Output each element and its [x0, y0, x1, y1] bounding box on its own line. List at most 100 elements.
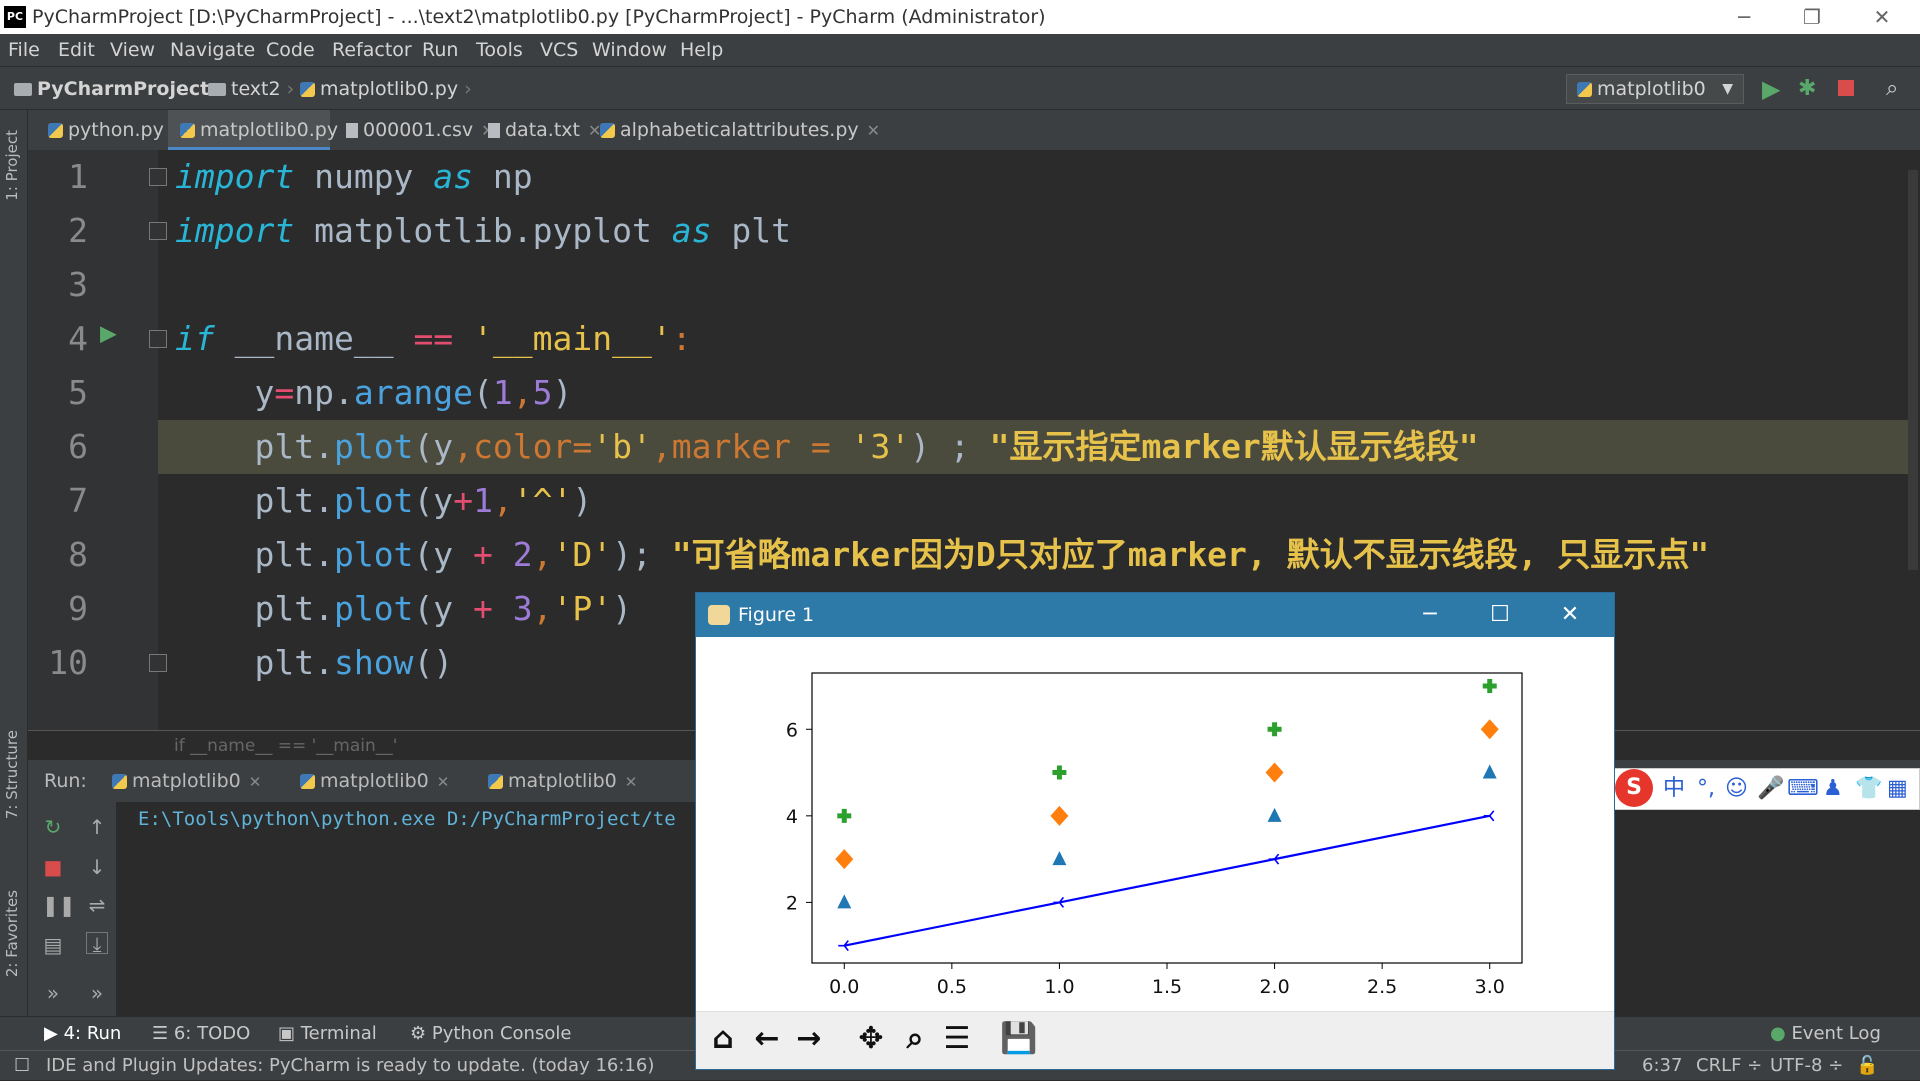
menu-run[interactable]: Run: [422, 34, 458, 66]
fold-marker[interactable]: [149, 168, 167, 186]
event-log-icon: ●: [1770, 1023, 1792, 1044]
plot-canvas[interactable]: 0.0 0.5 1.0 1.5 2.0 2.5 3.0 2 4 6: [696, 637, 1614, 1011]
code-line-4: if __name__ == '__main__':: [175, 319, 692, 358]
tab-matplotlib0-py[interactable]: matplotlib0.py✕: [168, 110, 359, 150]
restore-button[interactable]: ❐: [1782, 0, 1842, 34]
favorites-tool-button[interactable]: 2: Favorites: [3, 890, 21, 977]
lock-icon[interactable]: 🔓: [1856, 1051, 1878, 1081]
skin-icon[interactable]: 👕: [1855, 769, 1882, 809]
menu-tools[interactable]: Tools: [476, 34, 523, 66]
home-icon[interactable]: ⌂: [702, 1018, 744, 1060]
figure-minimize-button[interactable]: ─: [1402, 593, 1458, 637]
fold-marker[interactable]: [149, 222, 167, 240]
more-icon[interactable]: »: [42, 982, 64, 1004]
nav-folder[interactable]: text2 ›: [208, 67, 294, 111]
structure-tool-button[interactable]: 7: Structure: [3, 730, 21, 819]
run-gutter-icon[interactable]: ▶: [100, 316, 117, 349]
run-icon[interactable]: ▶: [1762, 67, 1780, 111]
menu-edit[interactable]: Edit: [58, 34, 95, 66]
debug-icon[interactable]: ✱: [1798, 67, 1816, 111]
punctuation-icon[interactable]: °,: [1697, 769, 1715, 809]
user-icon[interactable]: ♟: [1823, 769, 1843, 809]
microphone-icon[interactable]: 🎤: [1757, 769, 1784, 809]
sogou-logo[interactable]: S: [1615, 769, 1653, 807]
x-tick-label: 1.5: [1152, 976, 1182, 998]
configure-subplots-icon[interactable]: ☰: [936, 1018, 978, 1060]
close-icon[interactable]: ✕: [249, 773, 262, 791]
tab-label: 000001.csv: [363, 119, 474, 141]
pan-icon[interactable]: ✥: [850, 1018, 892, 1060]
back-arrow-icon[interactable]: ←: [746, 1018, 788, 1060]
python-file-icon: [300, 774, 315, 789]
tab-data-txt[interactable]: data.txt ✕: [476, 110, 601, 150]
menu-code[interactable]: Code: [266, 34, 315, 66]
menu-file[interactable]: File: [8, 34, 40, 66]
menu-help[interactable]: Help: [680, 34, 723, 66]
x-tick-label: 2.0: [1259, 976, 1289, 998]
todo-tool-tab[interactable]: ☰ 6: TODO: [152, 1017, 250, 1051]
run-tool-tab[interactable]: ▶ 4: Run: [44, 1017, 121, 1051]
close-button[interactable]: ✕: [1852, 0, 1912, 34]
run-tab-2[interactable]: matplotlib0 ✕: [300, 760, 449, 803]
search-icon[interactable]: ⌕: [1886, 67, 1898, 111]
menu-view[interactable]: View: [110, 34, 155, 66]
menu-vcs[interactable]: VCS: [540, 34, 578, 66]
tab-label: data.txt: [505, 119, 580, 141]
minimize-button[interactable]: ─: [1714, 0, 1774, 34]
python-file-icon: [488, 774, 503, 789]
editor-scrollbar[interactable]: [1908, 170, 1918, 570]
close-icon[interactable]: ✕: [867, 121, 880, 140]
menu-window[interactable]: Window: [592, 34, 667, 66]
zoom-icon[interactable]: ⌕: [894, 1018, 936, 1060]
run-tab-1[interactable]: matplotlib0 ✕: [112, 760, 261, 803]
more-icon[interactable]: »: [86, 982, 108, 1004]
figure-maximize-button[interactable]: ☐: [1472, 593, 1528, 637]
arrow-down-icon[interactable]: ↓: [86, 856, 108, 878]
stop-icon[interactable]: [1838, 80, 1854, 96]
code-line-6: plt.plot(y,color='b',marker = '3') ; "显示…: [175, 427, 1479, 466]
layout-icon[interactable]: ▤: [42, 934, 64, 956]
forward-arrow-icon[interactable]: →: [788, 1018, 830, 1060]
project-tool-button[interactable]: 1: Project: [3, 130, 21, 201]
python-console-tool-tab[interactable]: ⚙ Python Console: [410, 1017, 571, 1051]
tab-python-py[interactable]: python.py✕: [36, 110, 185, 150]
run-tab-3[interactable]: matplotlib0 ✕: [488, 760, 637, 803]
scroll-to-end-icon[interactable]: ⤓: [86, 932, 108, 955]
x-tick-label: 0.5: [937, 976, 967, 998]
nav-file[interactable]: matplotlib0.py ›: [300, 67, 472, 111]
run-config-dropdown[interactable]: matplotlib0 ▼: [1566, 74, 1744, 104]
figure-app-icon: [708, 605, 730, 625]
caret-position[interactable]: 6:37: [1642, 1051, 1682, 1081]
close-icon[interactable]: ✕: [625, 773, 638, 791]
run-label: Run:: [44, 770, 87, 792]
close-icon[interactable]: ✕: [437, 773, 450, 791]
ime-lang[interactable]: 中: [1663, 769, 1685, 809]
rerun-icon[interactable]: ↻: [42, 816, 64, 838]
line-number: 8: [68, 535, 88, 574]
emoji-icon[interactable]: ☺: [1725, 769, 1748, 809]
fold-marker[interactable]: [149, 654, 167, 672]
soft-wrap-icon[interactable]: ⇌: [86, 894, 108, 916]
line-separator[interactable]: CRLF ÷: [1696, 1051, 1762, 1081]
arrow-up-icon[interactable]: ↑: [86, 816, 108, 838]
pause-icon[interactable]: ❚❚: [42, 894, 76, 916]
status-icon[interactable]: ☐: [14, 1051, 30, 1081]
menu-navigate[interactable]: Navigate: [170, 34, 255, 66]
terminal-tool-tab[interactable]: ▣ Terminal: [278, 1017, 377, 1051]
python-file-icon: [600, 123, 615, 138]
menu-refactor[interactable]: Refactor: [332, 34, 412, 66]
stop-icon[interactable]: ■: [42, 856, 64, 878]
status-message[interactable]: IDE and Plugin Updates: PyCharm is ready…: [46, 1051, 654, 1081]
save-icon[interactable]: 💾: [998, 1018, 1040, 1060]
fold-marker[interactable]: [149, 330, 167, 348]
editor-tabs: python.py✕ matplotlib0.py✕ 000001.csv✕ d…: [28, 110, 1920, 150]
keyboard-icon[interactable]: ⌨: [1787, 769, 1819, 809]
tab-000001-csv[interactable]: 000001.csv✕: [334, 110, 495, 150]
file-encoding[interactable]: UTF-8 ÷: [1770, 1051, 1843, 1081]
tab-alphabeticalattributes-py[interactable]: alphabeticalattributes.py ✕: [588, 110, 880, 150]
nav-folder-label: text2: [231, 78, 281, 100]
grid-icon[interactable]: ▦: [1887, 769, 1908, 809]
event-log-tab[interactable]: ● Event Log: [1770, 1017, 1881, 1051]
nav-project[interactable]: PyCharmProject ›: [14, 67, 224, 111]
figure-close-button[interactable]: ✕: [1542, 593, 1598, 637]
